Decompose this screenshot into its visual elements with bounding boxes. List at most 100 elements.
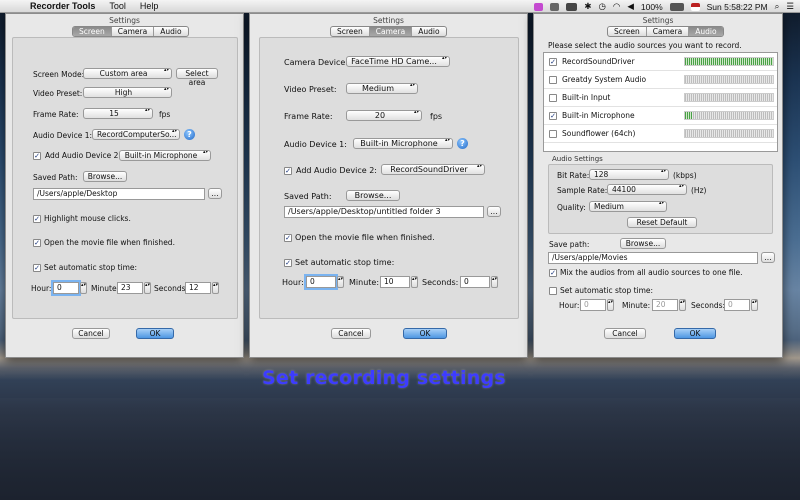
seconds-stepper[interactable]: ▴▾ [491,276,498,288]
source-checkbox[interactable] [549,94,557,102]
browse-button[interactable]: Browse... [346,190,400,201]
video-preset-popup[interactable]: Medium [346,83,418,94]
open-movie-checkbox[interactable]: ✓ [284,234,292,242]
open-movie-checkbox[interactable]: ✓ [33,239,41,247]
reset-default-button[interactable]: Reset Default [627,217,697,228]
hour-field[interactable]: 0 [580,299,606,311]
tab-audio[interactable]: Audio [689,27,723,36]
seconds-field[interactable]: 12 [185,282,211,294]
cancel-button[interactable]: Cancel [331,328,371,339]
wifi-icon[interactable]: ◠ [613,1,620,12]
browse-button[interactable]: Browse... [620,238,666,249]
path-dots-button[interactable]: ... [761,252,775,263]
mix-audio-checkbox[interactable]: ✓ [549,269,557,277]
frame-rate-popup[interactable]: 15 [83,108,153,119]
audio-device-2-popup[interactable]: RecordSoundDriver [381,164,485,175]
tab-screen[interactable]: Screen [73,27,112,36]
add-audio-device-2-checkbox[interactable]: ✓ [33,152,41,160]
tab-screen[interactable]: Screen [331,27,370,36]
hour-stepper[interactable]: ▴▾ [80,282,87,294]
timemachine-icon[interactable]: ◷ [599,1,606,12]
save-path-field[interactable]: /Users/apple/Movies [548,252,758,264]
add-audio-device-2-checkbox[interactable]: ✓ [284,167,292,175]
camera-device-popup[interactable]: FaceTime HD Came... [346,56,450,67]
list-item[interactable]: ✓ RecordSoundDriver [544,53,777,71]
us-flag-icon[interactable] [690,2,700,11]
auto-stop-checkbox[interactable]: ✓ [284,259,292,267]
minute-field[interactable]: 20 [652,299,678,311]
highlight-clicks-checkbox[interactable]: ✓ [33,215,41,223]
minute-stepper[interactable]: ▴▾ [411,276,418,288]
settings-panel: Camera Device: FaceTime HD Came... Video… [259,37,519,319]
audio-device-1-popup[interactable]: RecordComputerSo... [92,129,180,140]
camera-device-label: Camera Device: [284,58,348,67]
tab-audio[interactable]: Audio [412,27,445,36]
menu-bar: Recorder Tools Tool Help ✱ ◷ ◠ ◀ 100% Su… [0,0,800,13]
menu-help[interactable]: Help [140,1,159,11]
cancel-button[interactable]: Cancel [604,328,646,339]
hour-field[interactable]: 0 [53,282,79,294]
audio-device-2-popup[interactable]: Built-in Microphone [119,150,211,161]
frame-rate-label: Frame Rate: [284,112,333,121]
tab-camera[interactable]: Camera [112,27,155,36]
hour-stepper[interactable]: ▴▾ [607,299,614,311]
auto-stop-checkbox[interactable] [549,287,557,295]
clock[interactable]: Sun 5:58:22 PM [707,2,768,12]
seconds-field[interactable]: 0 [460,276,490,288]
battery-meter-icon[interactable] [566,2,578,11]
saved-path-field[interactable]: /Users/apple/Desktop/untitled folder 3 [284,206,484,218]
minute-field[interactable]: 23 [117,282,143,294]
tab-camera[interactable]: Camera [647,27,690,36]
minute-stepper[interactable]: ▴▾ [679,299,686,311]
tab-audio[interactable]: Audio [154,27,187,36]
path-dots-button[interactable]: ... [487,206,501,217]
menu-app[interactable]: Recorder Tools [30,1,95,11]
source-checkbox[interactable] [549,130,557,138]
list-item[interactable]: Greatdy System Audio [544,71,777,89]
samplerate-popup[interactable]: 44100 [607,184,687,195]
recorder-status-icon[interactable] [534,2,544,11]
display-icon[interactable] [550,2,560,11]
battery-percent[interactable]: 100% [641,2,663,12]
hour-field[interactable]: 0 [306,276,336,288]
ok-button[interactable]: OK [136,328,174,339]
notification-center-icon[interactable]: ☰ [786,1,794,12]
browse-button[interactable]: Browse... [83,171,127,182]
minute-label: Minute: [91,284,120,293]
bluetooth-icon[interactable]: ✱ [584,1,591,12]
auto-stop-checkbox[interactable]: ✓ [33,264,41,272]
menu-tool[interactable]: Tool [109,1,126,11]
cancel-button[interactable]: Cancel [72,328,110,339]
spotlight-search-icon[interactable]: ⌕ [775,1,780,12]
seconds-stepper[interactable]: ▴▾ [212,282,219,294]
source-checkbox[interactable]: ✓ [549,112,557,120]
auto-stop-label: Set automatic stop time: [295,258,395,267]
list-item[interactable]: Soundflower (64ch) [544,125,777,143]
frame-rate-popup[interactable]: 20 [346,110,422,121]
list-item[interactable]: ✓ Built-in Microphone [544,107,777,125]
tab-camera[interactable]: Camera [369,27,413,36]
ok-button[interactable]: OK [403,328,447,339]
source-checkbox[interactable] [549,76,557,84]
select-area-button[interactable]: Select area [176,68,218,87]
path-dots-button[interactable]: ... [208,188,222,199]
volume-icon[interactable]: ◀ [627,1,634,12]
help-icon[interactable]: ? [184,129,195,140]
samplerate-label: Sample Rate: [557,186,608,195]
seconds-field[interactable]: 0 [724,299,750,311]
minute-stepper[interactable]: ▴▾ [144,282,151,294]
video-preset-popup[interactable]: High [83,87,172,98]
hour-stepper[interactable]: ▴▾ [337,276,344,288]
audio-device-1-popup[interactable]: Built-in Microphone [353,138,453,149]
list-item[interactable]: Built-in Input [544,89,777,107]
tab-screen[interactable]: Screen [608,27,647,36]
help-icon[interactable]: ? [457,138,468,149]
minute-field[interactable]: 10 [380,276,410,288]
seconds-stepper[interactable]: ▴▾ [751,299,758,311]
screen-mode-popup[interactable]: Custom area [83,68,172,79]
ok-button[interactable]: OK [674,328,716,339]
quality-popup[interactable]: Medium [589,201,667,212]
saved-path-field[interactable]: /Users/apple/Desktop [33,188,205,200]
source-checkbox[interactable]: ✓ [549,58,557,66]
bitrate-popup[interactable]: 128 [589,169,669,180]
